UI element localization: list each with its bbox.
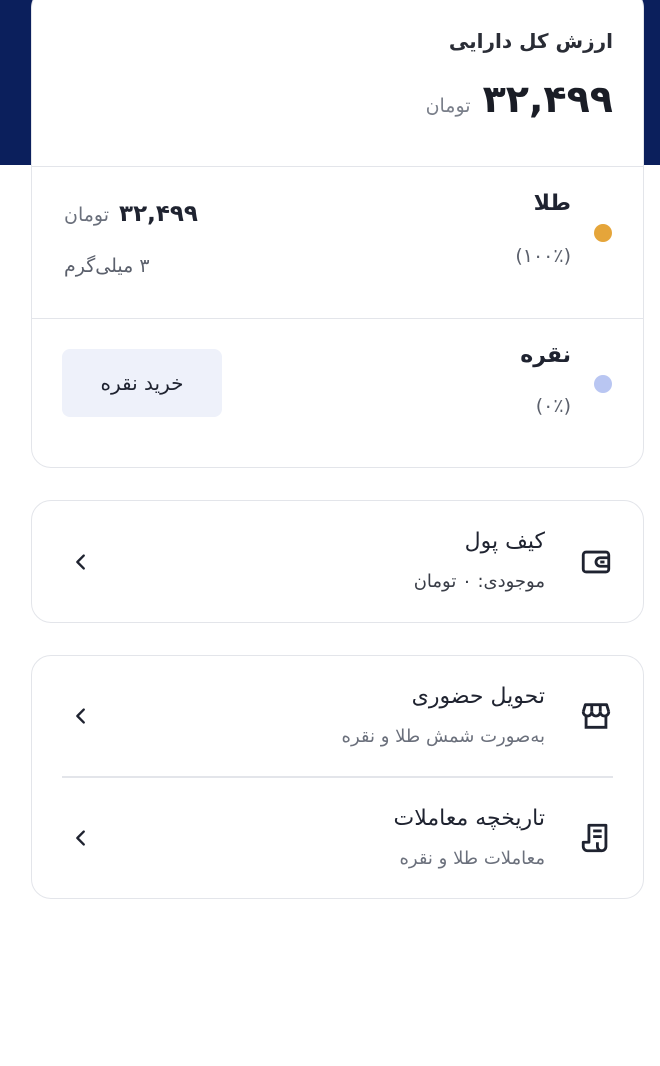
silver-holding-row: نقره (۰٪) خرید نقره <box>32 319 643 467</box>
total-asset-section: ارزش کل دارایی ۳۲,۴۹۹ تومان <box>32 0 643 167</box>
total-asset-title: ارزش کل دارایی <box>448 29 613 53</box>
buy-silver-button[interactable]: خرید نقره <box>62 349 222 417</box>
services-card: تحویل حضوری به‌صورت شمش طلا و نقره تاریخ… <box>31 655 644 899</box>
chevron-left-icon <box>76 554 85 570</box>
silver-percent: (۰٪) <box>535 395 571 417</box>
transaction-history-subtitle: معاملات طلا و نقره <box>399 848 545 869</box>
wallet-balance: موجودی: ۰ تومان <box>413 571 545 592</box>
total-asset-unit: تومان <box>425 95 471 117</box>
wallet-menu-item[interactable]: کیف پول موجودی: ۰ تومان <box>32 501 643 621</box>
silver-label: نقره <box>520 343 571 368</box>
in-person-delivery-subtitle: به‌صورت شمش طلا و نقره <box>341 726 545 747</box>
wallet-title: کیف پول <box>464 529 545 554</box>
total-asset-value: ۳۲,۴۹۹ تومان <box>426 77 613 121</box>
in-person-delivery-title: تحویل حضوری <box>411 684 545 709</box>
store-icon <box>581 703 611 729</box>
transaction-history-title: تاریخچه معاملات <box>393 806 546 831</box>
gold-holding-row: طلا (۱۰۰٪) ۳۲,۴۹۹ تومان ۳ میلی‌گرم <box>32 167 643 319</box>
asset-summary-card: ارزش کل دارایی ۳۲,۴۹۹ تومان طلا (۱۰۰٪) ۳… <box>31 0 644 468</box>
chevron-left-icon <box>76 708 85 724</box>
wallet-card: کیف پول موجودی: ۰ تومان <box>31 500 644 623</box>
wallet-icon <box>581 550 611 574</box>
gold-dot-icon <box>594 224 612 242</box>
chevron-left-icon <box>76 830 85 846</box>
gold-unit: تومان <box>64 204 110 226</box>
transaction-history-item[interactable]: تاریخچه معاملات معاملات طلا و نقره <box>32 778 643 898</box>
gold-label: طلا <box>533 191 571 216</box>
total-asset-amount: ۳۲,۴۹۹ <box>482 77 613 121</box>
receipt-icon <box>581 823 608 853</box>
in-person-delivery-item[interactable]: تحویل حضوری به‌صورت شمش طلا و نقره <box>32 656 643 776</box>
gold-weight: ۳ میلی‌گرم <box>64 255 150 277</box>
gold-amount: ۳۲,۴۹۹ <box>119 201 198 227</box>
silver-dot-icon <box>594 375 612 393</box>
gold-percent: (۱۰۰٪) <box>515 245 571 267</box>
gold-value: ۳۲,۴۹۹ تومان <box>64 201 198 227</box>
